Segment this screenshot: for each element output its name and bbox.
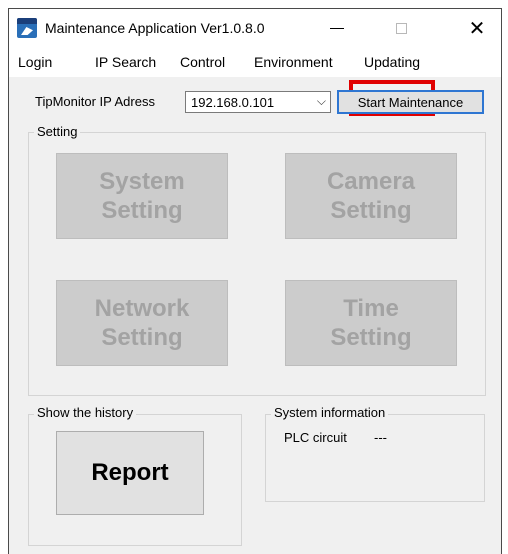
menu-bar: Login IP Search Control Environment Upda…	[9, 47, 501, 116]
close-button[interactable]: ✕	[455, 9, 499, 47]
time-setting-line2: Setting	[330, 324, 412, 351]
camera-setting-line1: Camera	[326, 168, 416, 195]
system-setting-line2: Setting	[101, 197, 183, 224]
menu-updating[interactable]: Updating	[364, 54, 420, 70]
ip-address-dropdown[interactable]: 192.168.0.101 ⌵	[185, 91, 331, 113]
history-group-label: Show the history	[34, 405, 137, 420]
camera-setting-line2: Setting	[330, 197, 412, 224]
network-setting-button[interactable]: Network Setting	[56, 280, 228, 366]
time-setting-line1: Time	[343, 295, 399, 322]
system-information-group	[265, 414, 485, 502]
ip-address-label: TipMonitor IP Adress	[35, 94, 155, 109]
window-title: Maintenance Application Ver1.0.8.0	[45, 20, 265, 36]
network-setting-line2: Setting	[101, 324, 183, 351]
menu-environment[interactable]: Environment	[254, 54, 333, 70]
start-maintenance-button[interactable]: Start Maintenance	[337, 90, 484, 114]
network-setting-line1: Network	[94, 295, 190, 322]
setting-group-label: Setting	[34, 124, 81, 139]
plc-circuit-label: PLC circuit	[284, 430, 347, 445]
menu-ip-search[interactable]: IP Search	[95, 54, 156, 70]
minimize-icon	[330, 27, 344, 29]
maximize-button[interactable]	[379, 9, 423, 47]
report-button[interactable]: Report	[56, 431, 204, 515]
plc-circuit-value: ---	[374, 430, 387, 445]
camera-setting-button[interactable]: Camera Setting	[285, 153, 457, 239]
time-setting-button[interactable]: Time Setting	[285, 280, 457, 366]
system-information-label: System information	[271, 405, 389, 420]
maximize-icon	[395, 22, 407, 34]
menu-control[interactable]: Control	[180, 54, 225, 70]
system-setting-line1: System	[99, 168, 185, 195]
ip-address-value: 192.168.0.101	[191, 95, 275, 110]
menu-login[interactable]: Login	[18, 54, 52, 70]
minimize-button[interactable]	[315, 9, 359, 47]
tool-app-icon	[17, 18, 37, 38]
close-icon: ✕	[468, 16, 486, 40]
system-setting-button[interactable]: System Setting	[56, 153, 228, 239]
title-bar: Maintenance Application Ver1.0.8.0 ✕	[9, 9, 501, 47]
app-window: Maintenance Application Ver1.0.8.0 ✕ Log…	[8, 8, 502, 554]
chevron-down-icon: ⌵	[316, 94, 326, 108]
